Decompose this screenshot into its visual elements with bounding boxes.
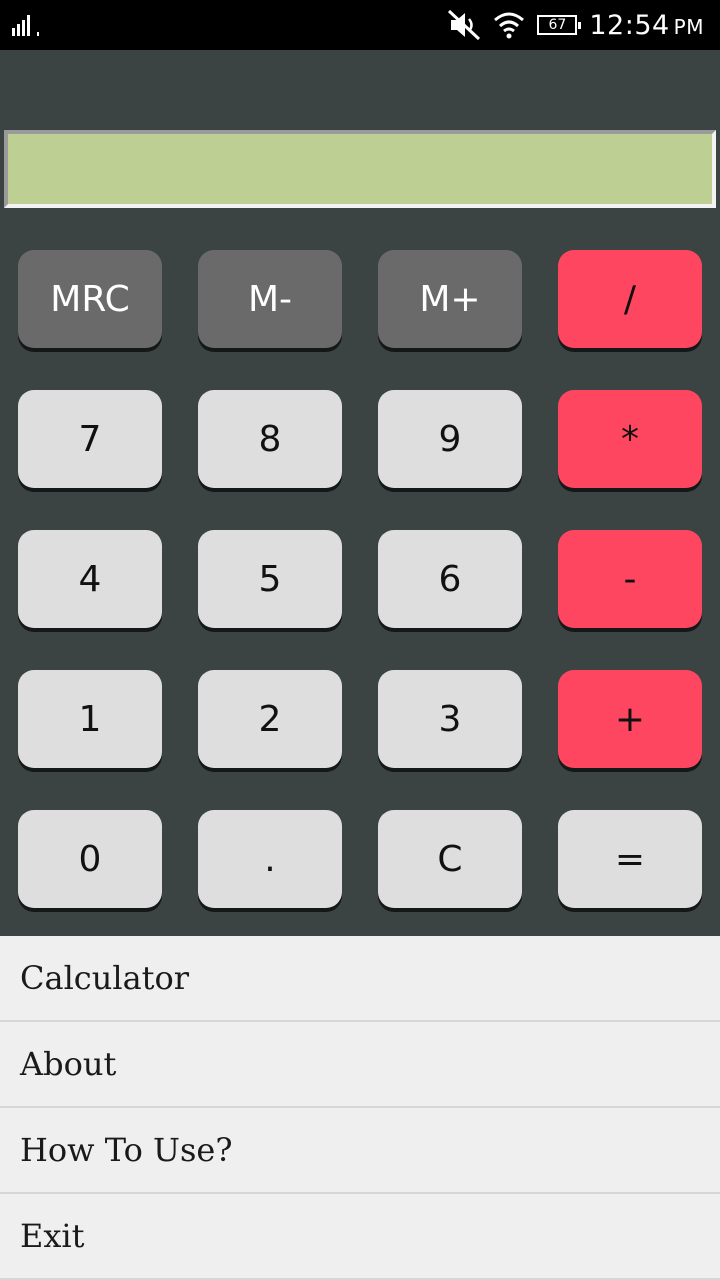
decimal-key[interactable]: . (198, 810, 342, 908)
digit-5-key[interactable]: 5 (198, 530, 342, 628)
memory-minus-key[interactable]: M- (198, 250, 342, 348)
options-menu: Calculator About How To Use? Exit (0, 936, 720, 1280)
menu-item-exit[interactable]: Exit (0, 1194, 720, 1280)
clock: 12:54 PM (589, 10, 704, 41)
digit-0-key[interactable]: 0 (18, 810, 162, 908)
clock-time: 12:54 (589, 9, 670, 41)
memory-plus-key[interactable]: M+ (378, 250, 522, 348)
keypad: MRC M- M+ / 7 8 9 * 4 5 6 - 1 2 3 + 0 . … (18, 250, 702, 908)
battery-icon: 67 (537, 15, 582, 35)
status-icons: 67 12:54 PM (447, 0, 704, 50)
battery-level: 67 (548, 17, 567, 33)
digit-8-key[interactable]: 8 (198, 390, 342, 488)
divide-key[interactable]: / (558, 250, 702, 348)
mrc-key[interactable]: MRC (18, 250, 162, 348)
digit-2-key[interactable]: 2 (198, 670, 342, 768)
digit-4-key[interactable]: 4 (18, 530, 162, 628)
wifi-icon (494, 12, 525, 39)
digit-3-key[interactable]: 3 (378, 670, 522, 768)
signal-icon (12, 15, 39, 36)
digit-9-key[interactable]: 9 (378, 390, 522, 488)
status-bar: 67 12:54 PM (0, 0, 720, 50)
add-key[interactable]: + (558, 670, 702, 768)
equals-key[interactable]: = (558, 810, 702, 908)
digit-7-key[interactable]: 7 (18, 390, 162, 488)
clock-ampm: PM (673, 14, 704, 39)
menu-item-how-to-use[interactable]: How To Use? (0, 1108, 720, 1194)
menu-item-calculator[interactable]: Calculator (0, 936, 720, 1022)
digit-1-key[interactable]: 1 (18, 670, 162, 768)
mute-icon (448, 9, 481, 41)
multiply-key[interactable]: * (558, 390, 702, 488)
menu-item-about[interactable]: About (0, 1022, 720, 1108)
subtract-key[interactable]: - (558, 530, 702, 628)
digit-6-key[interactable]: 6 (378, 530, 522, 628)
clear-key[interactable]: C (378, 810, 522, 908)
calculator-display (4, 130, 716, 208)
